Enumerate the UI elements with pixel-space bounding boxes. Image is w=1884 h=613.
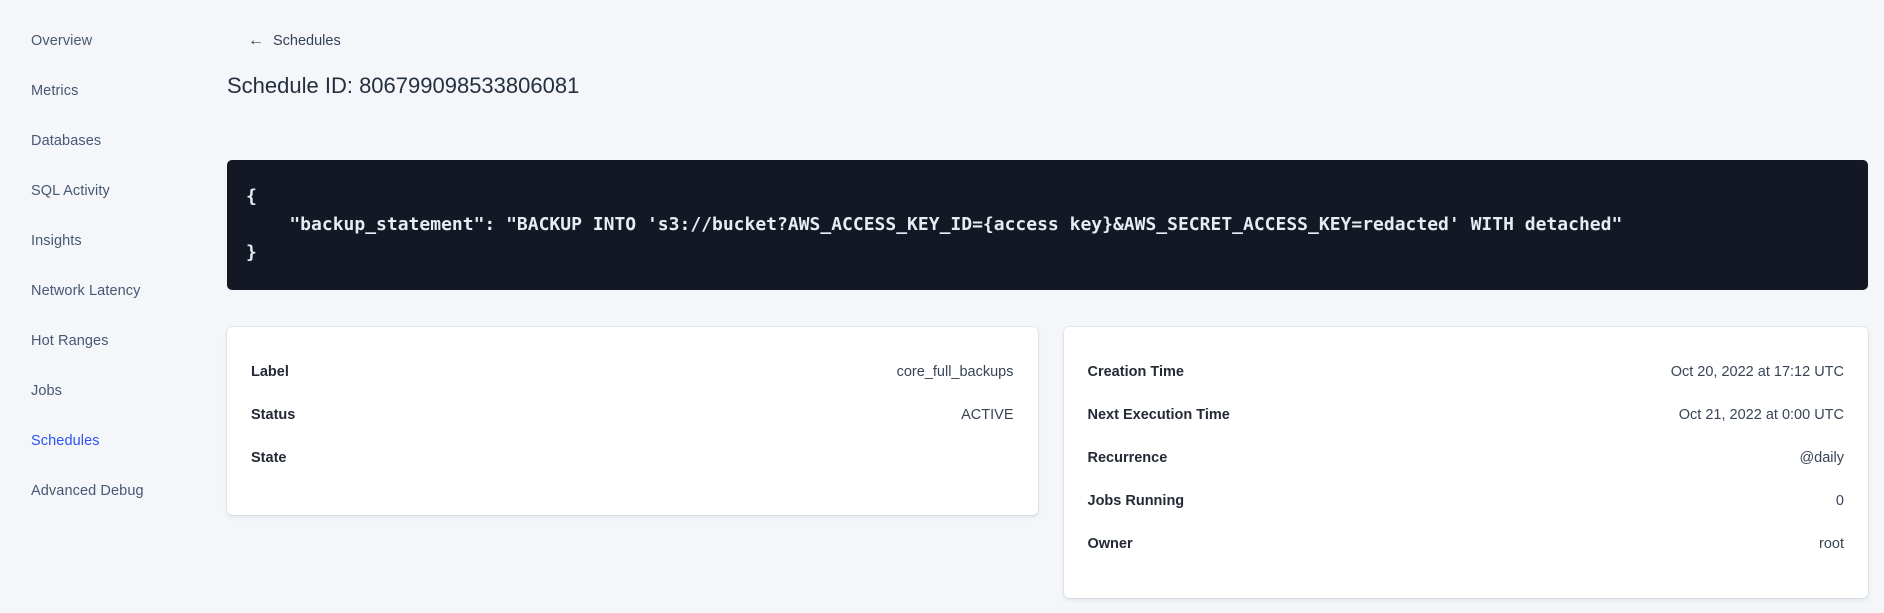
detail-row-label: Label core_full_backups (251, 350, 1014, 393)
row-label: Recurrence (1087, 449, 1168, 466)
sidebar-item-overview[interactable]: Overview (0, 16, 200, 66)
sidebar: Overview Metrics Databases SQL Activity … (0, 0, 200, 613)
row-label: Owner (1087, 535, 1133, 552)
row-value: Oct 21, 2022 at 0:00 UTC (1678, 406, 1844, 423)
sidebar-item-sql-activity[interactable]: SQL Activity (0, 166, 200, 216)
sidebar-item-databases[interactable]: Databases (0, 116, 200, 166)
timing-row-recurrence: Recurrence @daily (1088, 436, 1845, 479)
row-value: Oct 20, 2022 at 17:12 UTC (1670, 363, 1844, 380)
row-value: ACTIVE (961, 406, 1014, 423)
back-to-schedules-link[interactable]: ← Schedules (248, 32, 341, 50)
code-line: } (246, 242, 257, 263)
main-content: ← Schedules Schedule ID: 806799098533806… (200, 0, 1884, 613)
row-value: root (1819, 535, 1844, 552)
timing-row-jobs-running: Jobs Running 0 (1088, 479, 1845, 522)
schedule-timing-card: Creation Time Oct 20, 2022 at 17:12 UTC … (1063, 327, 1868, 598)
detail-row-status: Status ACTIVE (251, 393, 1014, 436)
row-label: Next Execution Time (1087, 406, 1230, 423)
row-label: Creation Time (1087, 363, 1184, 380)
arrow-left-icon: ← (248, 32, 264, 49)
row-label: Label (251, 363, 289, 380)
code-line: { (246, 186, 257, 207)
row-label: Jobs Running (1087, 492, 1185, 509)
row-value: 0 (1835, 492, 1844, 509)
summary-cards: Label core_full_backups Status ACTIVE St… (227, 327, 1868, 598)
row-label: State (251, 449, 287, 466)
timing-row-creation-time: Creation Time Oct 20, 2022 at 17:12 UTC (1088, 350, 1845, 393)
row-value: core_full_backups (896, 363, 1014, 380)
sidebar-item-metrics[interactable]: Metrics (0, 66, 200, 116)
code-line: "backup_statement": "BACKUP INTO 's3://b… (246, 214, 1623, 235)
sidebar-item-insights[interactable]: Insights (0, 216, 200, 266)
row-label: Status (251, 406, 296, 423)
row-value: @daily (1799, 449, 1844, 466)
sidebar-item-network-latency[interactable]: Network Latency (0, 266, 200, 316)
sidebar-item-schedules[interactable]: Schedules (0, 416, 200, 466)
sidebar-item-advanced-debug[interactable]: Advanced Debug (0, 466, 200, 516)
detail-row-state: State (251, 436, 1014, 479)
page-title: Schedule ID: 806799098533806081 (227, 73, 580, 98)
page: Overview Metrics Databases SQL Activity … (0, 0, 1884, 613)
schedule-statement-code-block: { "backup_statement": "BACKUP INTO 's3:/… (227, 160, 1868, 290)
timing-row-next-execution-time: Next Execution Time Oct 21, 2022 at 0:00… (1088, 393, 1845, 436)
back-link-label: Schedules (273, 33, 341, 49)
timing-row-owner: Owner root (1088, 522, 1845, 565)
schedule-details-card: Label core_full_backups Status ACTIVE St… (227, 327, 1038, 515)
sidebar-item-hot-ranges[interactable]: Hot Ranges (0, 316, 200, 366)
sidebar-item-jobs[interactable]: Jobs (0, 366, 200, 416)
